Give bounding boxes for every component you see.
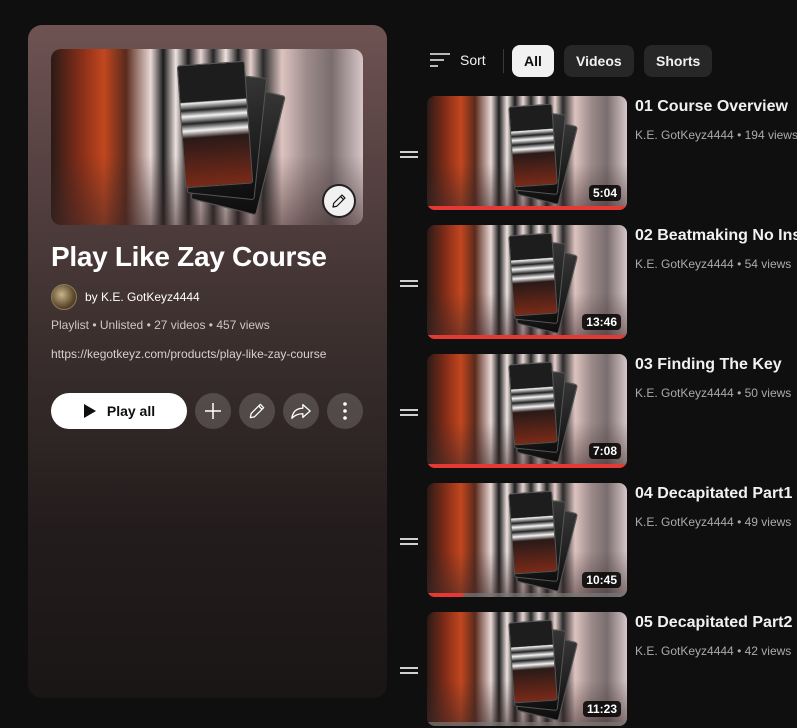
channel-name[interactable]: K.E. GotKeyz4444 <box>635 644 734 658</box>
channel-name[interactable]: K.E. GotKeyz4444 <box>635 128 734 142</box>
video-row[interactable]: 10:45 04 Decapitated Part1 L K.E. GotKey… <box>395 483 797 599</box>
product-box-art <box>507 103 579 205</box>
video-title[interactable]: 04 Decapitated Part1 L <box>635 485 797 503</box>
watch-progress-bar <box>427 593 463 597</box>
product-box-art <box>507 361 579 463</box>
playlist-meta: Playlist • Unlisted • 27 videos • 457 vi… <box>51 318 270 332</box>
drag-handle-icon[interactable] <box>400 151 418 161</box>
chip-shorts[interactable]: Shorts <box>644 45 713 77</box>
watch-progress-bar <box>427 335 627 339</box>
add-button[interactable] <box>195 393 231 429</box>
sort-button[interactable]: Sort <box>430 52 486 68</box>
product-box-art <box>507 619 579 721</box>
chip-videos[interactable]: Videos <box>564 45 634 77</box>
sort-icon <box>430 53 450 67</box>
share-button[interactable] <box>283 393 319 429</box>
video-meta: K.E. GotKeyz4444 • 54 views <box>635 257 792 271</box>
video-meta: K.E. GotKeyz4444 • 50 views <box>635 386 792 400</box>
video-row[interactable]: 13:46 02 Beatmaking No Inst K.E. GotKeyz… <box>395 225 797 341</box>
video-meta: K.E. GotKeyz4444 • 194 views <box>635 128 797 142</box>
channel-name[interactable]: K.E. GotKeyz4444 <box>635 257 734 271</box>
video-title[interactable]: 05 Decapitated Part2 B <box>635 614 797 632</box>
video-row[interactable]: 7:08 03 Finding The Key K.E. GotKeyz4444… <box>395 354 797 470</box>
pencil-icon <box>332 194 346 208</box>
share-icon <box>291 403 311 419</box>
video-meta: K.E. GotKeyz4444 • 49 views <box>635 515 792 529</box>
video-row[interactable]: 11:23 05 Decapitated Part2 B K.E. GotKey… <box>395 612 797 728</box>
video-thumbnail[interactable]: 10:45 <box>427 483 627 597</box>
watch-progress-bar <box>427 206 627 210</box>
video-thumbnail[interactable]: 13:46 <box>427 225 627 339</box>
duration-badge: 5:04 <box>588 185 621 201</box>
product-box-art <box>176 60 286 216</box>
playlist-thumbnail[interactable] <box>51 49 363 225</box>
video-thumbnail[interactable]: 11:23 <box>427 612 627 726</box>
video-meta: K.E. GotKeyz4444 • 42 views <box>635 644 792 658</box>
view-count: 49 views <box>744 515 792 529</box>
playlist-actions: Play all <box>51 393 363 429</box>
owner-name[interactable]: by K.E. GotKeyz4444 <box>85 290 200 304</box>
video-thumbnail[interactable]: 7:08 <box>427 354 627 468</box>
channel-name[interactable]: K.E. GotKeyz4444 <box>635 515 734 529</box>
video-title[interactable]: 01 Course Overview <box>635 98 788 116</box>
drag-handle-icon[interactable] <box>400 409 418 419</box>
more-options-button[interactable] <box>327 393 363 429</box>
duration-badge: 11:23 <box>582 701 621 717</box>
playlist-description[interactable]: https://kegotkeyz.com/products/play-like… <box>51 347 326 361</box>
play-all-label: Play all <box>106 403 156 419</box>
more-vert-icon <box>343 402 347 420</box>
duration-badge: 10:45 <box>582 572 621 588</box>
drag-handle-icon[interactable] <box>400 538 418 548</box>
sort-label: Sort <box>460 52 486 68</box>
chip-all[interactable]: All <box>512 45 554 77</box>
view-count: 54 views <box>744 257 792 271</box>
play-icon <box>83 404 96 418</box>
pencil-icon <box>249 403 265 419</box>
video-title[interactable]: 02 Beatmaking No Inst <box>635 227 797 245</box>
watch-progress-bar <box>427 464 627 468</box>
avatar[interactable] <box>51 284 77 310</box>
video-row[interactable]: 5:04 01 Course Overview K.E. GotKeyz4444… <box>395 96 797 212</box>
owner-row[interactable]: by K.E. GotKeyz4444 <box>51 284 200 310</box>
drag-handle-icon[interactable] <box>400 667 418 677</box>
play-all-button[interactable]: Play all <box>51 393 187 429</box>
divider <box>503 49 504 73</box>
product-box-art <box>507 490 579 592</box>
plus-icon <box>205 403 221 419</box>
channel-name[interactable]: K.E. GotKeyz4444 <box>635 386 734 400</box>
video-thumbnail[interactable]: 5:04 <box>427 96 627 210</box>
product-box-art <box>507 232 579 334</box>
edit-thumbnail-button[interactable] <box>322 184 356 218</box>
duration-badge: 7:08 <box>588 443 621 459</box>
view-count: 42 views <box>744 644 792 658</box>
playlist-title: Play Like Zay Course <box>51 241 327 272</box>
duration-badge: 13:46 <box>582 314 621 330</box>
drag-handle-icon[interactable] <box>400 280 418 290</box>
playlist-header: Play Like Zay Course by K.E. GotKeyz4444… <box>28 25 387 698</box>
edit-playlist-button[interactable] <box>239 393 275 429</box>
view-count: 194 views <box>744 128 797 142</box>
video-title[interactable]: 03 Finding The Key <box>635 356 782 374</box>
view-count: 50 views <box>744 386 792 400</box>
